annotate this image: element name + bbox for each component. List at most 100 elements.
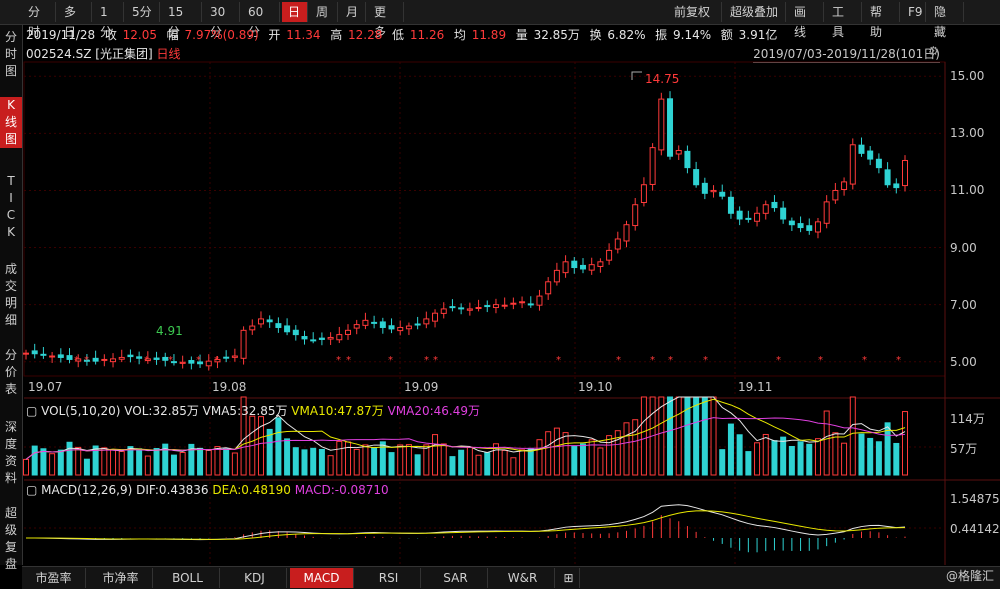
signal-star: * <box>196 355 201 366</box>
volume-bar <box>23 458 29 476</box>
candle-body <box>536 295 543 306</box>
indicator-tab[interactable]: ⊞ <box>558 568 580 588</box>
candle-body <box>336 334 343 341</box>
candle-body <box>562 261 569 274</box>
volume-bar <box>675 396 682 476</box>
macd-checkbox-icon[interactable]: ▢ <box>26 483 37 497</box>
min-price-label: 4.91 <box>156 324 183 338</box>
signal-star: * <box>668 355 673 366</box>
indicator-tab[interactable]: 市净率 <box>89 568 153 588</box>
signal-star: * <box>818 355 823 366</box>
volume-bar <box>658 396 665 476</box>
volume-bar <box>301 449 308 476</box>
volume-bar <box>292 447 299 476</box>
volume-bar <box>797 441 804 476</box>
volume-bar <box>579 443 586 476</box>
volume-bar <box>484 452 491 476</box>
vol-checkbox-icon[interactable]: ▢ <box>26 404 37 418</box>
volume-bar <box>49 453 56 476</box>
dif-line <box>25 504 906 541</box>
volume-bar <box>205 449 212 476</box>
brand-watermark: @格隆汇 <box>945 569 994 583</box>
volume-bar <box>640 396 647 476</box>
signal-star: * <box>346 355 351 366</box>
price-axis-label: 11.00 <box>950 183 985 198</box>
candle-body <box>606 249 613 261</box>
candle-body <box>693 169 700 186</box>
price-axis-label: 15.00 <box>950 69 985 84</box>
signal-star: * <box>703 355 708 366</box>
volume-bar <box>153 448 160 476</box>
candle-body <box>379 321 386 328</box>
signal-star: * <box>144 355 149 366</box>
candle-body <box>118 356 125 360</box>
vma20-label: VMA20:46.49万 <box>387 404 481 418</box>
candle-body <box>858 144 865 154</box>
candle-body <box>754 212 761 222</box>
vma5-label: VMA5:32.85万 <box>202 404 288 418</box>
volume-bar <box>231 452 238 476</box>
date-axis-label: 19.10 <box>578 380 613 394</box>
candle-body <box>205 360 212 367</box>
volume-bar <box>40 448 47 476</box>
candle-body <box>23 352 29 355</box>
candle-body <box>153 357 160 360</box>
signal-star: * <box>74 355 79 366</box>
candle-body <box>249 325 256 331</box>
volume-bar <box>318 448 325 476</box>
candle-body <box>101 358 108 361</box>
indicator-tab[interactable]: W&R <box>491 568 555 588</box>
macd-header: ▢ MACD(12,26,9) DIF:0.43836 DEA:0.48190 … <box>26 483 389 497</box>
indicator-tab[interactable]: MACD <box>290 568 354 588</box>
candle-body <box>466 308 473 311</box>
volume-bar <box>788 445 795 476</box>
volume-bar <box>284 438 291 476</box>
volume-bar <box>710 396 717 476</box>
candle-body <box>902 159 908 187</box>
volume-bar <box>353 448 360 476</box>
volume-bar <box>875 441 882 476</box>
candle-body <box>66 355 73 360</box>
candle-body <box>571 260 578 269</box>
volume-bar <box>745 451 752 476</box>
volume-bar <box>423 444 430 476</box>
volume-bar <box>475 454 482 476</box>
volume-bar <box>170 454 177 476</box>
candle-body <box>92 357 99 362</box>
indicator-tab[interactable]: RSI <box>357 568 421 588</box>
candle-body <box>684 150 691 169</box>
volume-bar <box>727 423 734 476</box>
candle-body <box>492 304 499 309</box>
candle-body <box>640 184 647 204</box>
indicator-tab[interactable]: BOLL <box>156 568 220 588</box>
volume-bar <box>858 433 865 476</box>
candle-body <box>519 301 526 304</box>
candle-body <box>597 261 604 267</box>
candle-body <box>310 339 317 342</box>
chart-canvas[interactable]: * * * * * * * * * * * * * * * * * * * * <box>0 0 1000 588</box>
volume-bar <box>841 442 848 476</box>
candle-body <box>57 354 64 358</box>
candle-body <box>867 150 874 160</box>
volume-bar <box>510 457 517 476</box>
volume-bar <box>806 443 813 476</box>
price-axis-label: 7.00 <box>950 297 977 312</box>
indicator-tab[interactable]: SAR <box>424 568 488 588</box>
signal-star: * <box>388 355 393 366</box>
candle-body <box>240 329 247 359</box>
volume-bar <box>867 437 874 476</box>
price-axis-label: 9.00 <box>950 240 977 255</box>
candle-body <box>388 325 395 330</box>
volume-bar <box>719 449 726 476</box>
volume-bar <box>388 452 395 476</box>
indicator-tab[interactable]: KDJ <box>223 568 287 588</box>
candle-body <box>31 350 38 355</box>
candle-body <box>275 323 282 328</box>
candle-body <box>823 201 830 224</box>
indicator-tab[interactable]: 市盈率 <box>22 568 86 588</box>
candle-body <box>667 98 674 157</box>
volume-bar <box>693 396 700 476</box>
candle-body <box>832 189 839 201</box>
candle-body <box>475 306 482 309</box>
candle-body <box>40 353 47 356</box>
